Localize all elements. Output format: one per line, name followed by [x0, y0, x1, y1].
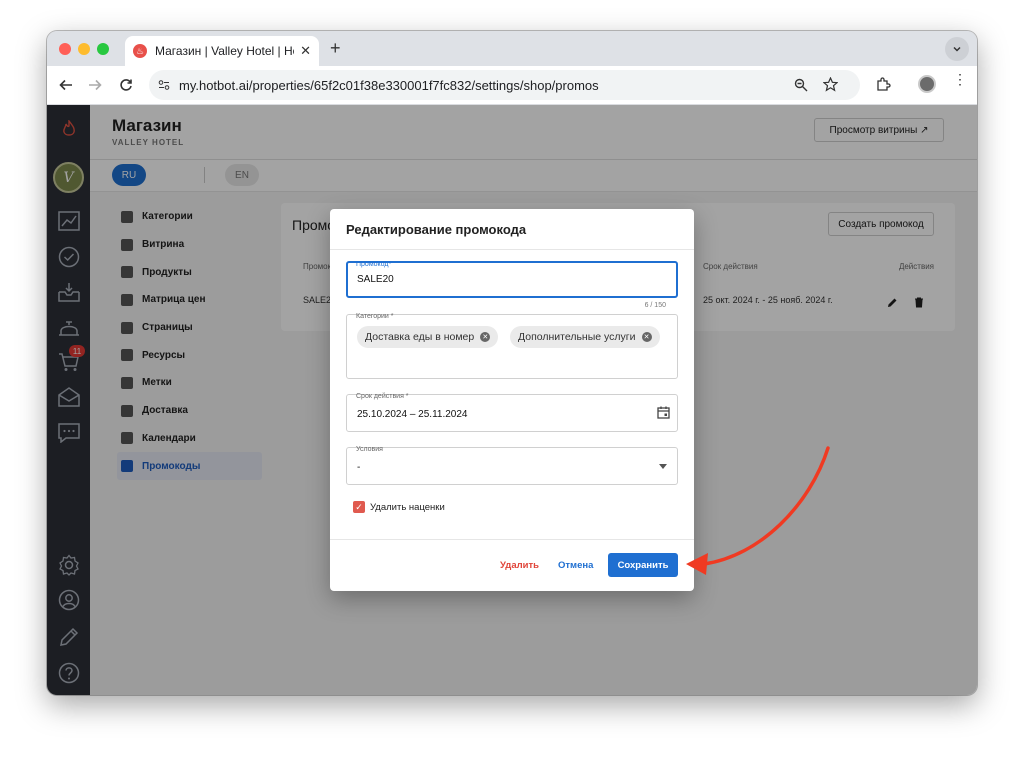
reload-button[interactable] [116, 75, 136, 95]
dialog-title: Редактирование промокода [346, 222, 527, 237]
categories-label: Категории * [356, 313, 394, 320]
chevron-down-icon [953, 46, 961, 52]
arrow-right-icon [89, 79, 102, 91]
promocode-char-counter: 6 / 150 [644, 302, 666, 309]
edit-promocode-dialog: Редактирование промокода Промокод* SALE2… [330, 209, 694, 591]
bookmark-star-icon[interactable] [823, 77, 838, 92]
minimize-window-button[interactable] [78, 43, 90, 55]
calendar-icon[interactable] [657, 406, 670, 419]
back-button[interactable] [56, 75, 76, 95]
hotbot-favicon-icon: ♨ [133, 44, 147, 58]
profile-avatar[interactable] [918, 75, 936, 93]
tab-strip: ♨ Магазин | Valley Hotel | Hotbot ✕ + [47, 31, 977, 66]
dialog-footer-divider [330, 539, 694, 540]
dialog-header-divider [330, 249, 694, 250]
browser-menu-icon[interactable]: ⋮ [953, 72, 967, 86]
tab-close-icon[interactable]: ✕ [300, 43, 311, 59]
browser-window: ♨ Магазин | Valley Hotel | Hotbot ✕ + my… [47, 31, 977, 695]
remove-markups-checkbox[interactable]: ✓ [353, 501, 365, 513]
chip-remove-icon[interactable]: ✕ [641, 332, 652, 342]
promocode-field[interactable]: Промокод* SALE20 [346, 261, 678, 298]
promocode-label: Промокод* [356, 261, 392, 268]
extensions-icon[interactable] [875, 77, 891, 93]
forward-button[interactable] [85, 75, 105, 95]
save-button[interactable]: Сохранить [608, 553, 678, 577]
period-field[interactable]: Срок действия * 25.10.2024 – 25.11.2024 [346, 393, 678, 432]
new-tab-button[interactable]: + [330, 38, 341, 59]
browser-tab[interactable]: ♨ Магазин | Valley Hotel | Hotbot ✕ [125, 36, 319, 66]
site-settings-icon[interactable] [158, 79, 170, 91]
tab-search-button[interactable] [945, 37, 969, 61]
conditions-value: - [357, 462, 361, 473]
conditions-label: Условия [356, 446, 383, 453]
url-text: my.hotbot.ai/properties/65f2c01f38e33000… [179, 78, 599, 93]
address-bar[interactable]: my.hotbot.ai/properties/65f2c01f38e33000… [149, 70, 860, 100]
period-value: 25.10.2024 – 25.11.2024 [357, 409, 468, 420]
tab-title: Магазин | Valley Hotel | Hotbot [155, 44, 294, 58]
chip-remove-icon[interactable]: ✕ [480, 332, 491, 342]
promocode-value: SALE20 [357, 274, 394, 285]
conditions-select[interactable]: Условия - [346, 446, 678, 485]
maximize-window-button[interactable] [97, 43, 109, 55]
category-chip-extra-services[interactable]: Дополнительные услуги ✕ [510, 326, 660, 348]
arrow-left-icon [59, 79, 72, 91]
remove-markups-label: Удалить наценки [370, 502, 445, 513]
period-label: Срок действия * [356, 393, 409, 400]
cancel-button[interactable]: Отмена [558, 560, 593, 571]
category-chip-room-food[interactable]: Доставка еды в номер ✕ [357, 326, 499, 348]
reload-icon [120, 79, 132, 91]
close-window-button[interactable] [59, 43, 71, 55]
dropdown-caret-icon [659, 464, 667, 469]
browser-toolbar: my.hotbot.ai/properties/65f2c01f38e33000… [47, 66, 977, 105]
zoom-icon[interactable] [794, 78, 808, 92]
delete-button[interactable]: Удалить [500, 560, 539, 571]
